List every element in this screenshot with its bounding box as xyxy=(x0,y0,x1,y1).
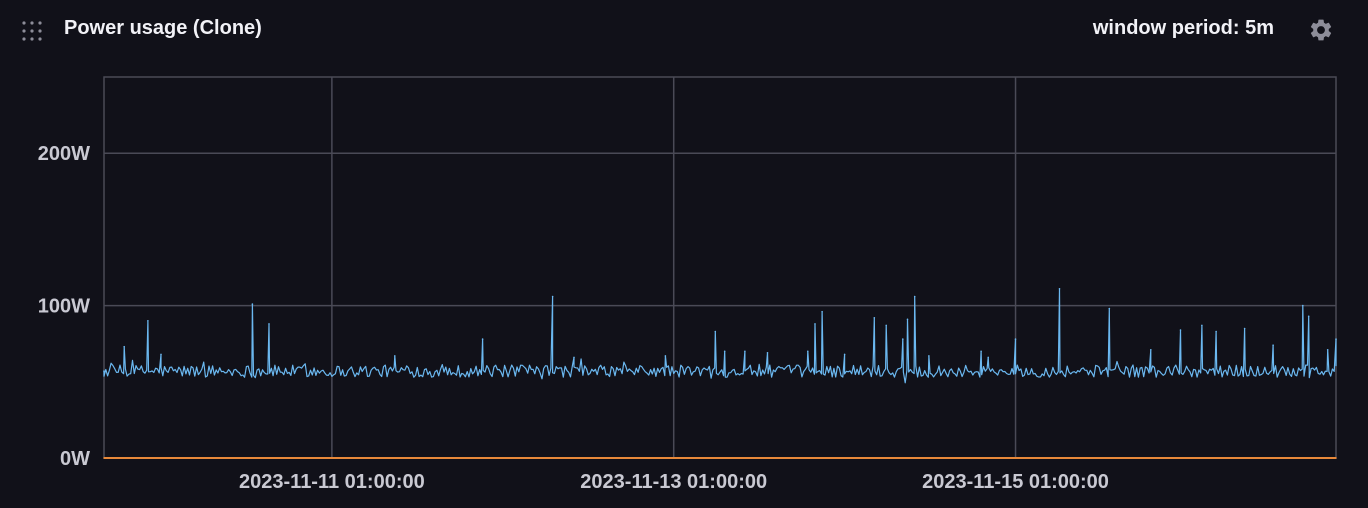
data-point-0-25 xyxy=(980,350,982,353)
x-tick-label-2: 2023-11-15 01:00:00 xyxy=(922,471,1109,493)
data-point-1-0 xyxy=(103,457,105,459)
data-point-0-26 xyxy=(987,356,989,359)
data-point-0-31 xyxy=(1179,329,1182,331)
data-point-0-18 xyxy=(843,353,846,356)
data-point-0-28 xyxy=(1058,288,1061,290)
data-point-0-17 xyxy=(821,310,823,313)
data-point-0-14 xyxy=(766,352,769,354)
series-line-0 xyxy=(103,288,1337,384)
y-axis-ticks: 0W 100W 200W xyxy=(38,143,90,470)
data-point-0-3 xyxy=(160,353,162,356)
data-point-0-4 xyxy=(251,303,254,305)
data-point-0-21 xyxy=(902,338,904,340)
plot-frame xyxy=(103,76,1337,459)
grid xyxy=(103,76,1337,459)
x-axis-ticks: 2023-11-11 01:00:00 2023-11-13 01:00:00 20… xyxy=(239,471,1109,493)
data-point-0-32 xyxy=(1201,324,1203,327)
data-point-0-5 xyxy=(268,323,270,325)
data-point-0-10 xyxy=(664,355,667,357)
power-usage-chart: 0W 100W 200W 2023-11-11 01:00:00 2023-11-13… xyxy=(38,76,1337,493)
data-point-0-20 xyxy=(885,324,887,327)
data-point-0-9 xyxy=(573,356,575,359)
data-point-0-11 xyxy=(714,330,717,333)
y-tick-label-2: 200W xyxy=(38,143,90,165)
data-point-0-29 xyxy=(1108,307,1111,310)
data-point-0-15 xyxy=(807,350,809,353)
data-point-0-16 xyxy=(814,323,816,325)
data-point-0-39 xyxy=(1335,338,1337,340)
data-point-0-12 xyxy=(723,350,726,353)
data-point-0-2 xyxy=(147,320,149,322)
data-point-0-33 xyxy=(1215,330,1217,333)
panel-header: Power usage (Clone) window period: 5m xyxy=(0,0,1368,60)
data-point-0-37 xyxy=(1307,315,1310,318)
gear-icon[interactable] xyxy=(1308,17,1334,43)
data-point-0-7 xyxy=(481,338,484,340)
drag-handle-icon[interactable] xyxy=(21,20,43,42)
data-point-0-34 xyxy=(1243,327,1246,330)
data-point-0-30 xyxy=(1150,349,1152,351)
data-point-0-1 xyxy=(123,345,125,348)
data-point-0-19 xyxy=(873,317,876,319)
data-point-0-35 xyxy=(1272,344,1274,347)
data-point-0-27 xyxy=(1014,338,1017,340)
data-point-0-23 xyxy=(913,295,916,298)
window-period-label: window period: 5m xyxy=(1092,17,1274,39)
data-point-0-0 xyxy=(103,370,105,372)
panel-title: Power usage (Clone) xyxy=(64,17,262,39)
data-point-0-24 xyxy=(928,355,930,357)
x-tick-label-1: 2023-11-13 01:00:00 xyxy=(580,471,767,493)
data-point-0-22 xyxy=(906,318,909,321)
data-point-0-8 xyxy=(551,295,554,298)
data-point-0-36 xyxy=(1302,304,1304,307)
y-tick-label-1: 100W xyxy=(38,296,90,318)
data-point-0-13 xyxy=(744,350,746,353)
data-point-1-1 xyxy=(1335,457,1337,459)
data-point-0-38 xyxy=(1326,349,1329,351)
y-tick-label-0: 0W xyxy=(60,448,90,470)
data-point-0-6 xyxy=(394,355,396,357)
series-layer xyxy=(103,288,1337,459)
x-tick-label-0: 2023-11-11 01:00:00 xyxy=(239,471,425,493)
